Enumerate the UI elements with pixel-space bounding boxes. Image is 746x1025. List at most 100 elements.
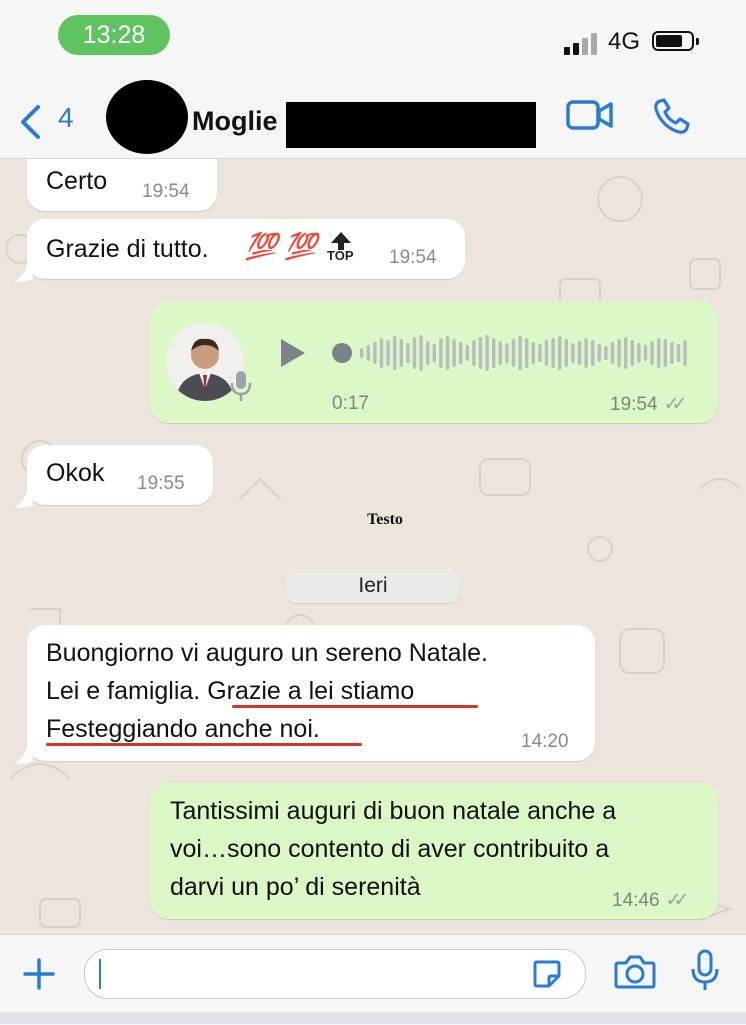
waveform-bar [498,341,502,365]
waveform-bar [525,338,529,368]
microphone-icon [230,371,252,401]
message-time: 19:54 [389,247,437,268]
message-line: Tantissimi auguri di buon natale anche a [170,797,617,825]
message-bubble-incoming[interactable]: Buongiorno vi auguro un sereno Natale. L… [27,625,595,761]
waveform-bar [643,345,648,361]
waveform-bar [577,341,582,365]
message-input[interactable] [84,949,586,999]
waveform-bar [571,343,575,363]
waveform-bar [472,340,476,366]
contact-name[interactable]: Moglie [192,106,278,137]
waveform-bar [360,348,364,358]
waveform-bar [399,339,403,367]
phone-icon [654,98,690,134]
message-bubble-outgoing[interactable]: Tantissimi auguri di buon natale anche a… [150,783,718,919]
waveform-bar [650,341,654,365]
message-bubble-incoming[interactable]: Okok 19:55 [27,445,213,505]
camera-icon[interactable] [614,953,656,991]
waveform-bar [630,340,634,366]
top-label: TOP [327,248,354,263]
chat-area[interactable]: Certo 19:54 Grazie di tutto. 💯 💯 TOP 19:… [0,159,746,934]
waveform-bar [511,339,516,367]
status-time: 13:28 [58,15,170,55]
waveform-bar [676,344,681,362]
plus-icon[interactable] [22,957,56,991]
waveform-bar [604,346,608,360]
waveform-bar [610,342,615,364]
text-cursor [99,959,101,989]
voice-message-outgoing[interactable]: 0:17 19:54 ✓✓ [150,301,718,423]
waveform-bar [657,338,661,368]
message-line: Festeggiando anche noi. [46,715,320,743]
waveform-bar [492,338,496,368]
bubble-tail [15,265,33,282]
video-call-button[interactable] [566,98,614,137]
message-line: darvi un po’ di serenità [170,873,421,901]
waveform-bar [518,336,522,370]
waveform-bar [439,338,443,368]
double-check-icon: ✓✓ [663,394,688,415]
chevron-left-icon [21,105,40,139]
unread-count: 4 [58,102,74,133]
waveform-bar [683,340,687,366]
waveform-bar [663,339,667,367]
message-bubble-incoming[interactable]: Grazie di tutto. 💯 💯 TOP 19:54 [27,219,465,279]
waveform-bar [373,342,377,364]
signal-icon [564,33,600,55]
battery-icon [652,31,699,51]
waveform-bar [505,343,509,363]
waveform-bar [452,339,456,367]
message-time: 19:54 ✓✓ [610,394,688,415]
message-time: 14:46 ✓✓ [612,890,689,911]
sticker-icon[interactable] [531,958,563,990]
caption-text: Testo [367,511,403,528]
message-time: 19:54 [142,181,190,202]
message-time: 14:20 [521,731,569,752]
waveform-bar [485,335,489,371]
top-arrow-icon: TOP [327,229,355,263]
waveform-bar [591,340,595,366]
date-separator: Ieri [286,569,460,603]
hundred-emoji-icon: 💯 💯 [245,231,317,261]
voice-duration: 0:17 [332,393,369,414]
video-camera-icon [566,100,613,130]
waveform-bar [584,338,588,368]
voice-call-button[interactable] [652,98,692,141]
message-line: Buongiorno vi auguro un sereno Natale. [46,639,488,667]
waveform-bar [624,337,628,369]
waveform-bar [597,344,601,362]
waveform-bar [544,340,549,366]
network-type: 4G [608,28,641,55]
message-text: Okok [46,459,105,487]
home-indicator [0,1012,746,1024]
message-text: Certo [46,167,108,195]
waveform-bar [617,339,621,367]
message-time: 19:55 [137,473,185,494]
message-bubble-incoming[interactable]: Certo 19:54 [27,159,217,211]
microphone-icon[interactable] [688,949,722,993]
waveform-bar [670,342,674,364]
status-bar: 13:28 4G [0,0,746,72]
highlight-underline [46,743,362,746]
waveform-bar [531,342,535,364]
waveform-bar [459,342,463,364]
redaction-block [286,102,536,148]
waveform-bar [393,336,397,370]
avatar[interactable] [106,80,188,154]
bubble-tail [15,491,33,508]
highlight-underline [232,705,478,708]
waveform-bar [419,335,423,371]
waveform-bar [412,337,417,369]
back-button[interactable]: 4 [18,100,78,140]
chat-header: 4 Moglie [0,72,746,159]
waveform-bar [478,337,483,369]
waveform-bar [558,336,562,370]
waveform-bar [538,344,542,362]
play-icon[interactable] [278,337,308,369]
audio-waveform[interactable] [330,329,692,377]
waveform-bar [551,338,555,368]
message-line: voi…sono contento di aver contribuito a [170,835,610,863]
waveform-bar [379,338,384,368]
waveform-bar [426,341,430,365]
waveform-bar [366,345,370,361]
